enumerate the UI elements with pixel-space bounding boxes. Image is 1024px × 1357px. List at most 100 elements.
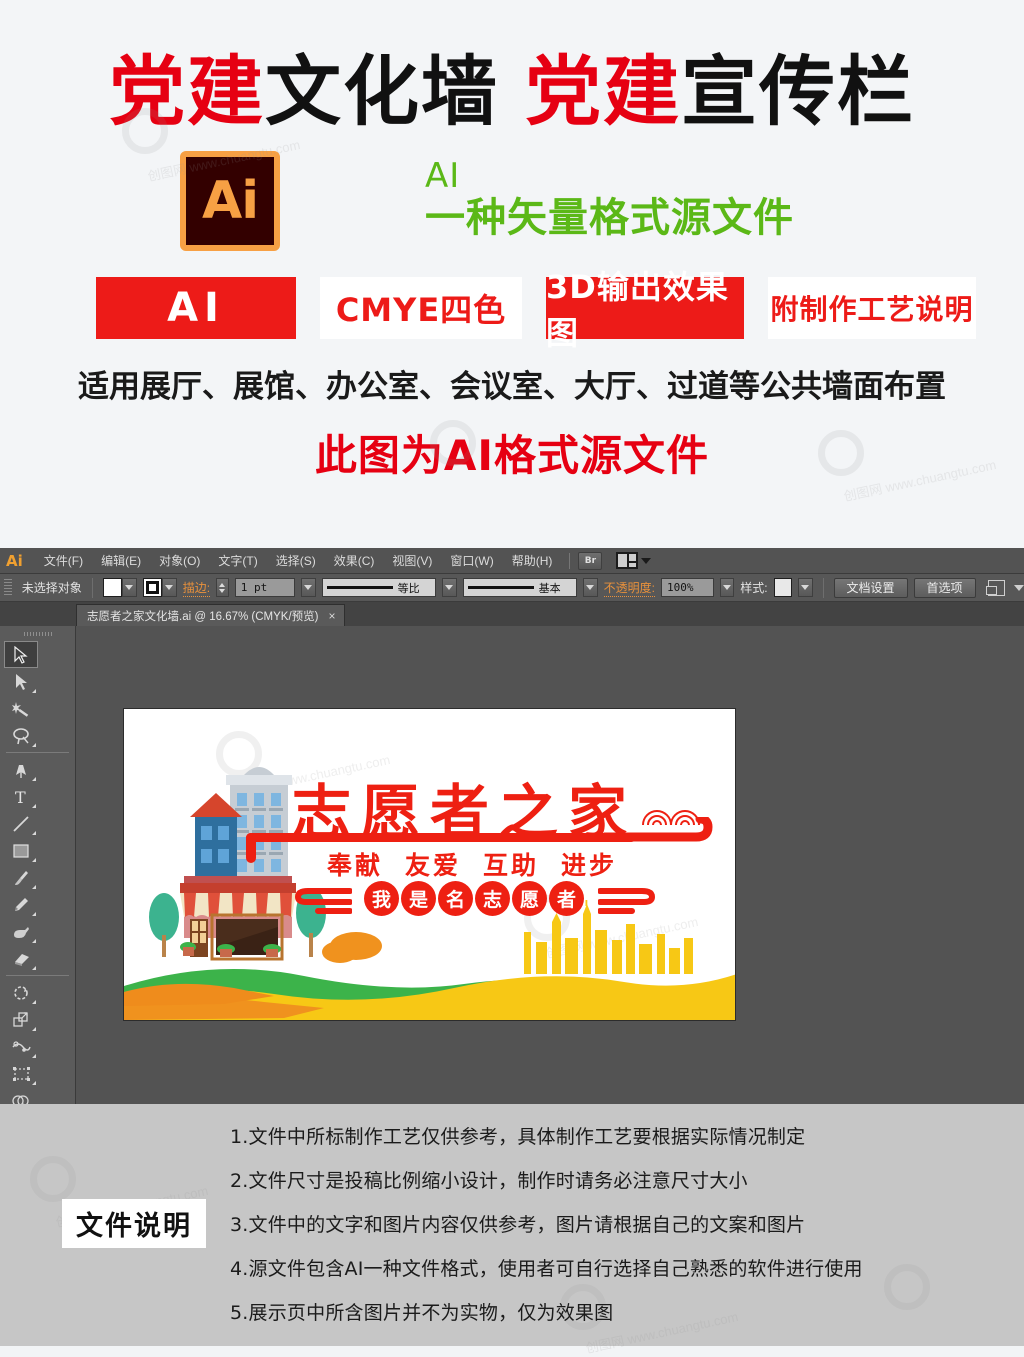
divider (822, 577, 824, 598)
line-tool[interactable] (4, 810, 38, 837)
title-part-4: 宣传栏 (681, 47, 915, 136)
title-part-2: 文化墙 (265, 47, 499, 136)
eraser-tool[interactable] (4, 945, 38, 972)
app-logo-icon: Ai (6, 551, 23, 570)
brush-dropdown[interactable] (583, 578, 598, 597)
menu-help[interactable]: 帮助(H) (503, 549, 562, 572)
opacity-input[interactable]: 100% (661, 578, 714, 597)
menu-object[interactable]: 对象(O) (150, 549, 209, 572)
note-item: 3.文件中的文字和图片内容仅供参考，图片请根据自己的文案和图片 (230, 1214, 806, 1236)
promo-header: 创图网 www.chuangtu.com 创图网 www.chuangtu.co… (0, 0, 1024, 548)
preferences-button[interactable]: 首选项 (913, 577, 976, 598)
workspace-switcher[interactable] (616, 552, 652, 569)
stroke-label[interactable]: 描边: (182, 579, 211, 597)
illustrator-window: Ai 文件(F) 编辑(E) 对象(O) 文字(T) 选择(S) 效果(C) 视… (0, 548, 1024, 1104)
stroke-control[interactable] (142, 578, 177, 597)
pen-tool[interactable] (4, 756, 38, 783)
stroke-weight-dropdown[interactable] (301, 578, 316, 597)
illustrator-logo-icon: Ai (180, 151, 280, 252)
menu-effect[interactable]: 效果(C) (325, 549, 384, 572)
artboard[interactable]: 创图网 www.chuangtu.com 创图网 www.chuangtu.co… (123, 708, 736, 1021)
divider (91, 577, 93, 598)
badge-3d-output: 3D输出效果图 (546, 268, 744, 352)
title-divider-bar (246, 833, 636, 842)
paintbrush-tool[interactable] (4, 864, 38, 891)
document-tab[interactable]: 志愿者之家文化墙.ai @ 16.67% (CMYK/预览) × (76, 604, 345, 626)
bridge-icon[interactable]: Br (578, 551, 603, 570)
waves-illustration (124, 900, 735, 1020)
notes-list: 1.文件中所标制作工艺仅供参考，具体制作工艺要根据实际情况制定 2.文件尺寸是投… (230, 1122, 984, 1342)
badge-craft-note: 附制作工艺说明 (768, 277, 976, 340)
note-item: 2.文件尺寸是投稿比例缩小设计，制作时请务必注意尺寸大小 (230, 1170, 748, 1192)
format-line: 此图为AI格式源文件 (314, 431, 710, 481)
control-bar-grip[interactable] (4, 578, 12, 597)
stroke-weight-input[interactable]: 1 pt (234, 578, 296, 597)
type-tool[interactable]: T (4, 783, 38, 810)
document-setup-button[interactable]: 文档设置 (833, 577, 908, 598)
stroke-weight-stepper[interactable] (216, 578, 229, 597)
watermark-ring (30, 1156, 76, 1202)
badge-ai: AI (96, 277, 296, 340)
menu-select[interactable]: 选择(S) (267, 549, 325, 572)
work-area: T 创图网 www.chuangtu.com 创图网 www.chuangtu.… (0, 626, 1024, 1104)
scale-tool[interactable] (4, 1006, 38, 1033)
lasso-tool[interactable] (4, 722, 38, 749)
usage-line: 适用展厅、展馆、办公室、会议室、大厅、过道等公共墙面布置 (78, 369, 946, 406)
menu-window[interactable]: 窗口(W) (441, 549, 502, 572)
rotate-tool[interactable] (4, 979, 38, 1006)
rectangle-tool[interactable] (4, 837, 38, 864)
slogan-2: 友爱 (405, 851, 462, 880)
direct-selection-tool[interactable] (4, 668, 38, 695)
opacity-dropdown[interactable] (719, 578, 735, 597)
document-tab-bar: 志愿者之家文化墙.ai @ 16.67% (CMYK/预览) × (0, 602, 1024, 626)
menu-bar: Ai 文件(F) 编辑(E) 对象(O) 文字(T) 选择(S) 效果(C) 视… (0, 548, 1024, 574)
free-transform-tool[interactable] (4, 1060, 38, 1087)
fill-swatch[interactable] (102, 578, 122, 597)
slogan-3: 互助 (483, 851, 540, 880)
title-part-1: 党建 (109, 47, 265, 136)
chevron-down-icon[interactable] (1014, 584, 1024, 591)
stroke-dropdown[interactable] (161, 578, 177, 597)
graphic-style-dropdown[interactable] (797, 578, 813, 597)
brush-preview-icon (467, 586, 534, 589)
width-tool[interactable] (4, 1033, 38, 1060)
pencil-tool[interactable] (4, 891, 38, 918)
screen-mode-icon[interactable] (985, 579, 1006, 596)
profile-preview-icon (326, 586, 393, 589)
stroke-swatch[interactable] (142, 578, 162, 597)
magic-wand-tool[interactable] (4, 695, 38, 722)
stroke-profile-select[interactable]: 等比 (321, 578, 437, 597)
document-tab-label: 志愿者之家文化墙.ai @ 16.67% (CMYK/预览) (87, 610, 319, 623)
artwork-slogans: 奉献 友爱 互助 进步 (327, 846, 617, 882)
note-item: 1.文件中所标制作工艺仅供参考，具体制作工艺要根据实际情况制定 (230, 1126, 806, 1148)
brush-value: 基本 (538, 582, 561, 595)
stroke-profile-value: 等比 (397, 582, 420, 595)
shape-builder-tool[interactable] (4, 1087, 38, 1104)
menu-type[interactable]: 文字(T) (209, 549, 266, 572)
note-item: 4.源文件包含AI一种文件格式，使用者可自行选择自己熟悉的软件进行使用 (230, 1258, 863, 1280)
graphic-style-swatch[interactable] (773, 578, 792, 597)
stroke-profile-dropdown[interactable] (442, 578, 457, 597)
badge-cmye: CMYE四色 (320, 277, 522, 340)
ai-format-row: Ai AI 一种矢量格式源文件 (0, 151, 1024, 252)
notes-badge: 文件说明 (62, 1199, 206, 1248)
workspace-layout-icon (616, 552, 639, 569)
menu-edit[interactable]: 编辑(E) (92, 549, 150, 572)
brush-select[interactable]: 基本 (462, 578, 578, 597)
blob-brush-tool[interactable] (4, 918, 38, 945)
ai-caption: AI 一种矢量格式源文件 (425, 159, 794, 243)
slogan-1: 奉献 (327, 851, 384, 880)
title-part-3: 党建 (525, 47, 681, 136)
fill-dropdown[interactable] (121, 578, 137, 597)
close-icon[interactable]: × (329, 609, 336, 623)
menu-view[interactable]: 视图(V) (383, 549, 441, 572)
fill-control[interactable] (102, 578, 137, 597)
selection-tool[interactable] (4, 641, 38, 668)
chevron-down-icon (641, 557, 652, 564)
tools-panel-grip[interactable] (0, 629, 75, 639)
menu-file[interactable]: 文件(F) (35, 549, 92, 572)
menu-divider (569, 552, 571, 569)
opacity-label[interactable]: 不透明度: (603, 579, 655, 597)
selection-status: 未选择对象 (21, 581, 82, 595)
canvas-area[interactable]: 创图网 www.chuangtu.com 创图网 www.chuangtu.co… (76, 626, 1024, 1104)
